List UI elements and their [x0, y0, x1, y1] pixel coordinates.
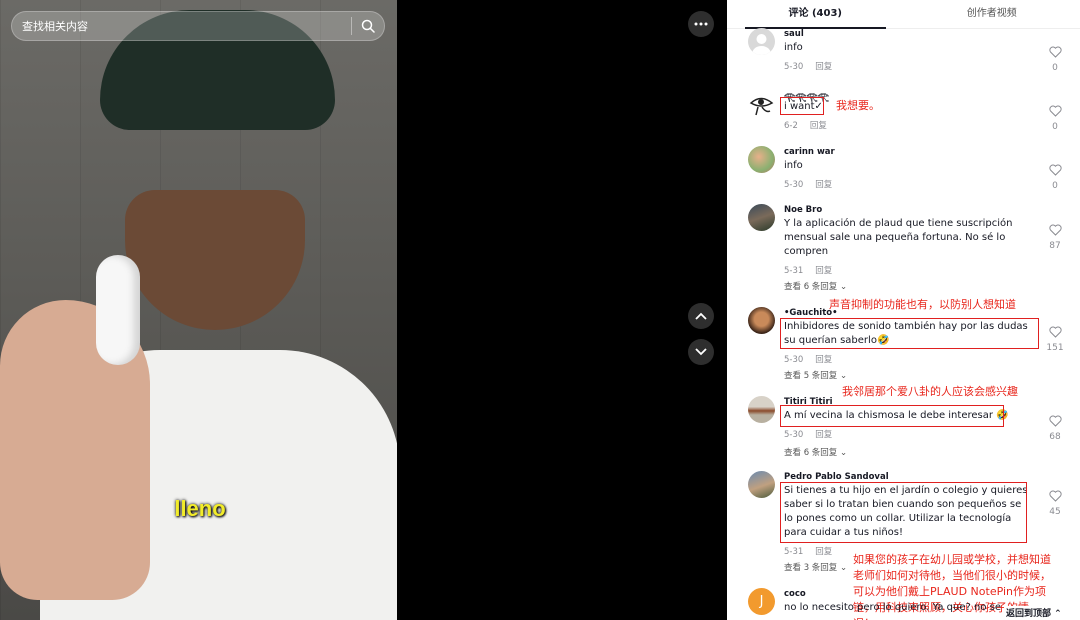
like-count: 45: [1049, 507, 1061, 517]
avatar[interactable]: [748, 28, 775, 55]
highlight-box: [780, 318, 1039, 349]
highlight-box: [780, 97, 824, 115]
highlight-box: [780, 482, 1027, 543]
previous-video-button[interactable]: [688, 303, 714, 329]
reply-button[interactable]: 回复: [815, 430, 832, 440]
comment-text: info: [784, 42, 803, 53]
avatar[interactable]: J: [748, 588, 775, 615]
reply-button[interactable]: 回复: [810, 121, 827, 131]
comment-username[interactable]: coco: [784, 589, 806, 599]
next-video-button[interactable]: [688, 339, 714, 365]
reply-button[interactable]: 回复: [815, 355, 832, 365]
like-button[interactable]: 87: [1045, 221, 1065, 251]
translation-annotation: 我邻居那个爱八卦的人应该会感兴趣: [842, 385, 1018, 398]
like-button[interactable]: 151: [1045, 323, 1065, 353]
comment-username[interactable]: Pedro Pablo Sandoval: [784, 472, 889, 482]
back-to-top-label: 返回到顶部: [1006, 609, 1052, 619]
comment-username[interactable]: •Gauchito•: [784, 308, 838, 318]
reply-button[interactable]: 回复: [815, 180, 832, 190]
like-button[interactable]: 0: [1045, 102, 1065, 132]
like-button[interactable]: 68: [1045, 412, 1065, 442]
avatar[interactable]: [748, 91, 775, 118]
view-replies-button[interactable]: 查看 6 条回复 ⌄: [784, 446, 847, 458]
chevron-up-icon: [695, 312, 707, 320]
avatar[interactable]: [748, 146, 775, 173]
default-avatar-icon: [752, 34, 771, 55]
back-to-top-button[interactable]: 返回到顶部 ⌃: [1004, 606, 1064, 619]
comment-date: 5-31: [784, 547, 804, 557]
more-dots-icon: [694, 22, 708, 26]
comment-text: info: [784, 160, 803, 171]
search-bar: [11, 11, 385, 41]
tab-creator-videos[interactable]: 创作者视频: [904, 0, 1080, 28]
chevron-down-icon: ⌄: [840, 448, 848, 458]
like-button[interactable]: 0: [1045, 161, 1065, 191]
like-button[interactable]: 0: [1045, 43, 1065, 73]
comment-date: 5-30: [784, 62, 804, 72]
chevron-down-icon: ⌄: [840, 371, 848, 381]
like-count: 0: [1052, 63, 1058, 73]
like-count: 0: [1052, 122, 1058, 132]
view-replies-label: 查看 6 条回复: [784, 448, 838, 458]
heart-icon: [1048, 46, 1062, 58]
view-replies-label: 查看 6 条回复: [784, 282, 838, 292]
more-options-button[interactable]: [688, 11, 714, 37]
like-button[interactable]: 45: [1045, 487, 1065, 517]
search-button[interactable]: [352, 12, 384, 40]
heart-icon: [1048, 490, 1062, 502]
view-replies-label: 查看 3 条回复: [784, 563, 838, 573]
avatar[interactable]: [748, 204, 775, 231]
comment-date: 5-30: [784, 430, 804, 440]
comment-text: no lo necesito pero lo quiero. Ya que? n…: [784, 602, 1001, 613]
search-input[interactable]: [12, 18, 351, 34]
video-caption: lleno: [174, 496, 226, 521]
eye-of-horus-icon: [749, 97, 774, 116]
like-count: 0: [1052, 181, 1058, 191]
translation-annotation: 我想要。: [836, 99, 880, 112]
comment-text: Y la aplicación de plaud que tiene suscr…: [784, 218, 1013, 257]
reply-button[interactable]: 回复: [815, 266, 832, 276]
chevrons-up-icon: ⌃: [1054, 609, 1062, 619]
avatar[interactable]: [748, 307, 775, 334]
comment-tabs: 评论 (403) 创作者视频: [727, 0, 1080, 29]
comment-date: 5-30: [784, 355, 804, 365]
chevron-down-icon: [695, 348, 707, 356]
comment-date: 5-31: [784, 266, 804, 276]
heart-icon: [1048, 105, 1062, 117]
video-player[interactable]: lleno: [0, 0, 397, 620]
reply-button[interactable]: 回复: [815, 62, 832, 72]
chevron-down-icon: ⌄: [840, 282, 848, 292]
chevron-down-icon: ⌄: [840, 563, 848, 573]
heart-icon: [1048, 326, 1062, 338]
view-replies-button[interactable]: 查看 6 条回复 ⌄: [784, 280, 847, 292]
avatar[interactable]: [748, 396, 775, 423]
highlight-box: [780, 405, 1004, 427]
view-replies-button[interactable]: 查看 5 条回复 ⌄: [784, 369, 847, 381]
reply-button[interactable]: 回复: [815, 547, 832, 557]
comment-date: 6-2: [784, 121, 798, 131]
view-replies-label: 查看 5 条回复: [784, 371, 838, 381]
heart-icon: [1048, 415, 1062, 427]
translation-annotation: 声音抑制的功能也有，以防别人想知道: [829, 298, 1016, 311]
comment-username[interactable]: carinn war: [784, 147, 835, 157]
like-count: 68: [1049, 432, 1061, 442]
comments-panel: 评论 (403) 创作者视频 saul info 5-30 回复 0 𓂀𓂀𓂀𓂀 i…: [727, 0, 1080, 620]
comment-username[interactable]: Noe Bro: [784, 205, 822, 215]
avatar[interactable]: [748, 471, 775, 498]
tab-comments[interactable]: 评论 (403): [727, 0, 904, 29]
like-count: 87: [1049, 241, 1061, 251]
comment-username[interactable]: saul: [784, 29, 804, 39]
like-count: 151: [1046, 343, 1064, 353]
heart-icon: [1048, 224, 1062, 236]
video-control-area: [397, 0, 727, 620]
search-icon: [361, 19, 375, 33]
heart-icon: [1048, 164, 1062, 176]
view-replies-button[interactable]: 查看 3 条回复 ⌄: [784, 561, 847, 573]
comment-date: 5-30: [784, 180, 804, 190]
